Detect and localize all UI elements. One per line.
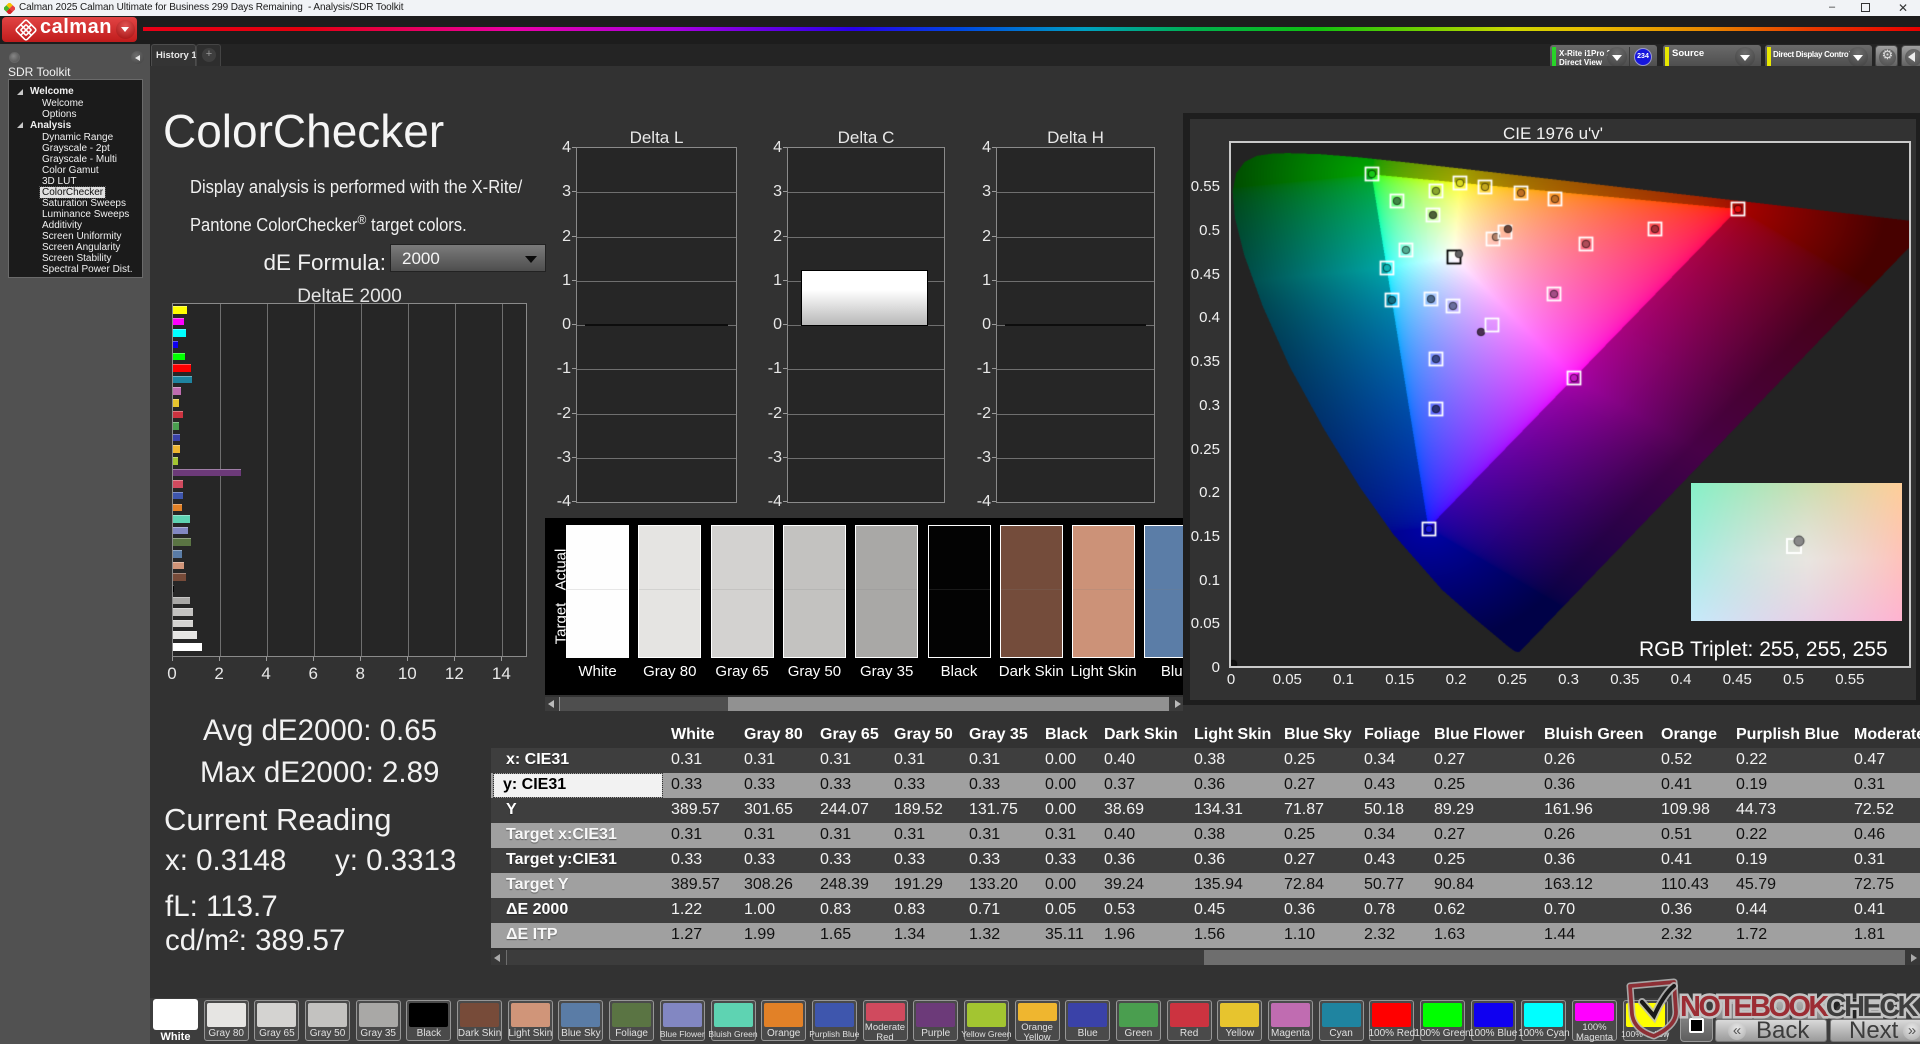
svg-text:NOTEBOOKCHECK: NOTEBOOKCHECK: [1680, 991, 1919, 1023]
